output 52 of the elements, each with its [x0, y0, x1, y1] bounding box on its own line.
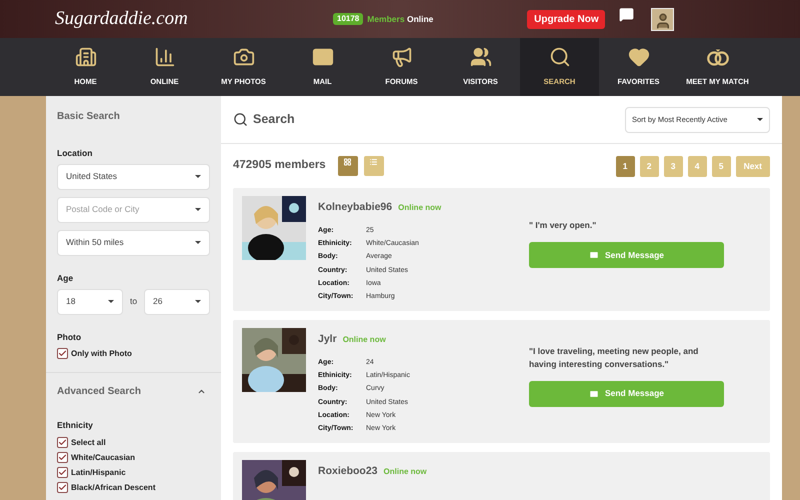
member-count: 472905 members — [233, 158, 326, 174]
profile-name[interactable]: Jylr — [318, 332, 337, 348]
chat-icon[interactable] — [619, 6, 634, 22]
field-label: Location — [57, 147, 94, 160]
profile-quote: " I'm very open." — [529, 219, 598, 232]
grid-view-button[interactable] — [338, 156, 358, 176]
logo[interactable]: Sugardaddie.com — [55, 4, 235, 34]
to-label: to — [128, 295, 138, 308]
checkbox-label: Black/African Descent — [71, 482, 156, 494]
section-title: Advanced Search — [57, 385, 141, 400]
field-label: Ethnicity — [57, 419, 94, 432]
online-count-badge: 10178 — [333, 13, 364, 25]
field-label: Age — [57, 272, 74, 284]
search-icon — [233, 112, 248, 127]
building-icon — [74, 46, 98, 68]
field-label: Photo — [57, 330, 82, 344]
age-to-select[interactable]: 26 — [144, 288, 210, 314]
online-status: Online now — [398, 202, 442, 214]
checkbox-label: White/Caucasian — [71, 452, 136, 464]
caret-icon — [757, 118, 763, 121]
caret-icon — [195, 300, 201, 303]
camera-icon — [232, 46, 256, 68]
sidebar-title: Basic Search — [57, 110, 121, 124]
online-status: Online now — [342, 334, 386, 346]
age-from-select[interactable]: 18 — [57, 288, 123, 314]
caret-icon — [195, 175, 201, 178]
members-online-label: Members Online — [367, 12, 434, 26]
heart-icon — [626, 46, 650, 68]
checkbox-label: Latin/Hispanic — [71, 466, 126, 478]
avatar-button[interactable] — [651, 8, 674, 30]
checkbox[interactable] — [57, 348, 68, 360]
checkbox-label: Only with Photo — [71, 348, 132, 360]
people-icon — [468, 46, 492, 68]
distance-select[interactable]: Within 50 miles — [57, 230, 210, 256]
country-select[interactable]: United States — [57, 164, 210, 190]
profile-name[interactable]: Roxieboo23 — [318, 464, 378, 480]
caret-icon — [108, 300, 114, 303]
grid-icon — [343, 158, 352, 166]
caret-icon — [195, 241, 201, 244]
checkbox[interactable] — [57, 437, 68, 448]
profile-name[interactable]: Kolneybabie96 — [318, 200, 392, 216]
check-icon — [58, 349, 67, 358]
checkbox[interactable] — [57, 452, 68, 463]
caret-icon — [195, 208, 201, 212]
checkbox[interactable] — [57, 467, 68, 478]
profile-quote: "I love traveling, meeting new people, and having interesting conversations." — [529, 344, 700, 370]
checkbox-label: Select all — [71, 436, 106, 448]
page-title: Search — [253, 111, 295, 128]
online-status: Online now — [384, 466, 427, 478]
upgrade-button[interactable]: Upgrade Now — [527, 10, 606, 28]
list-icon — [369, 158, 378, 166]
checkbox[interactable] — [57, 482, 68, 493]
